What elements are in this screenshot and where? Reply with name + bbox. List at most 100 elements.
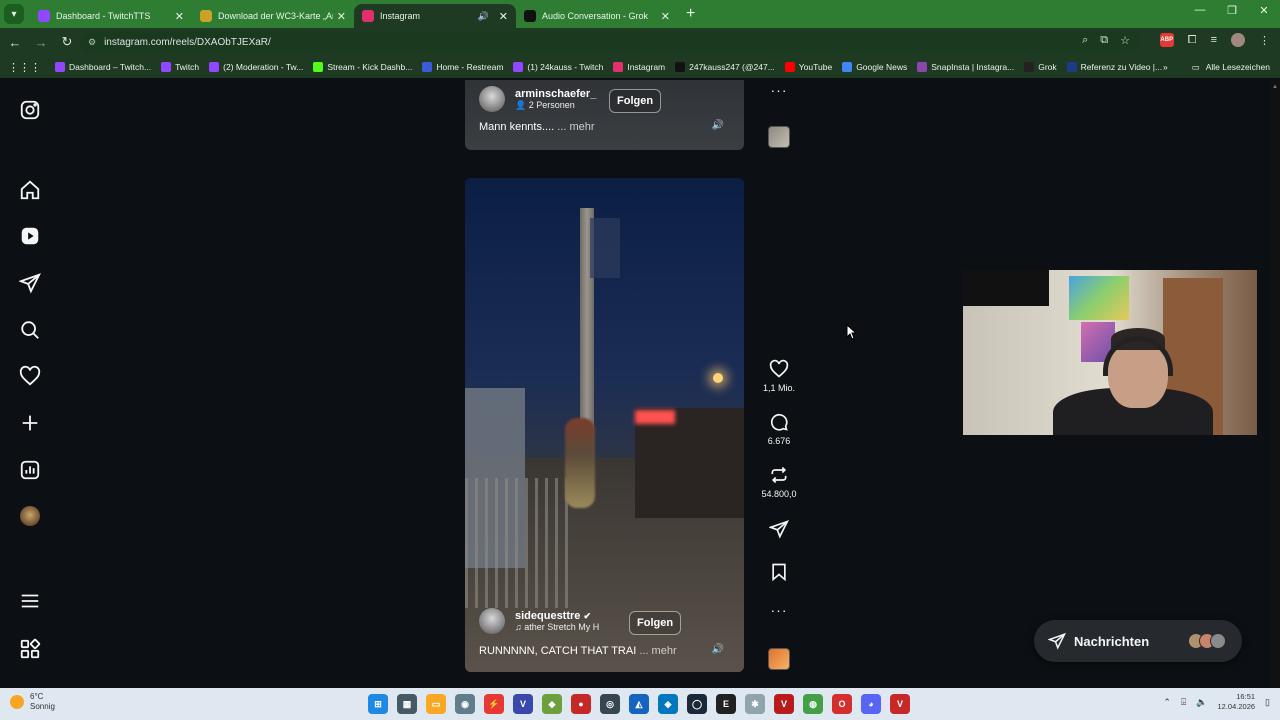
opera-gx-icon[interactable]: ⚡ <box>484 694 504 714</box>
profile-avatar-icon[interactable] <box>18 504 42 528</box>
reel-video-current[interactable]: sidequesttre ✔ ♫ ather Stretch My H Folg… <box>465 178 744 672</box>
minimize-button[interactable]: — <box>1184 4 1216 17</box>
menu-hamburger-icon[interactable] <box>18 589 42 613</box>
voicemod-icon[interactable]: V <box>774 694 794 714</box>
more-bookmarks-icon[interactable]: » <box>1163 62 1168 72</box>
chrome-icon[interactable]: ◍ <box>803 694 823 714</box>
heart-notifications-icon[interactable] <box>18 364 42 388</box>
clock[interactable]: 16:51 12.04.2026 <box>1218 692 1256 712</box>
home-icon[interactable] <box>18 178 42 202</box>
extensions-icon[interactable]: ⧠ <box>1188 34 1197 47</box>
bookmark-star-icon[interactable]: ☆ <box>1120 34 1130 47</box>
mouse-icon[interactable]: ◉ <box>455 694 475 714</box>
follow-button[interactable]: Folgen <box>629 611 682 635</box>
bookmark-item[interactable]: Dashboard – Twitch... <box>55 62 151 72</box>
file-explorer-icon[interactable]: ▭ <box>426 694 446 714</box>
forward-button[interactable]: → <box>30 35 52 50</box>
comment-icon[interactable] <box>769 412 789 432</box>
voice-app-icon[interactable]: V <box>890 694 910 714</box>
tab-close-icon[interactable]: ✕ <box>499 10 508 23</box>
bookmark-item[interactable]: SnapInsta | Instagra... <box>917 62 1014 72</box>
back-button[interactable]: ← <box>4 35 26 50</box>
tab-search-button[interactable]: ▾ <box>4 4 24 24</box>
profile-avatar[interactable] <box>1231 33 1245 47</box>
heart-like-icon[interactable] <box>769 359 789 379</box>
volume-icon[interactable]: 🔊 <box>712 120 724 131</box>
calculator-icon[interactable]: ▦ <box>397 694 417 714</box>
notifications-icon[interactable]: ▯ <box>1265 697 1270 708</box>
volume-icon[interactable]: 🔊 <box>712 644 724 655</box>
browser-tab[interactable]: Dashboard - TwitchTTS ✕ <box>30 4 192 28</box>
browser-menu-icon[interactable]: ⋮ <box>1259 34 1270 47</box>
media-control-icon[interactable]: ≡ <box>1211 34 1217 46</box>
bookmark-item[interactable]: Stream - Kick Dashb... <box>313 62 412 72</box>
bookmark-item[interactable]: YouTube <box>784 62 832 72</box>
audio-thumbnail[interactable] <box>768 648 790 670</box>
instagram-logo-icon[interactable] <box>18 98 42 122</box>
lastpass-icon[interactable]: ● <box>571 694 591 714</box>
bookmark-item[interactable]: Twitch <box>161 62 199 72</box>
reels-icon[interactable] <box>18 224 42 248</box>
follow-button[interactable]: Folgen <box>609 89 662 113</box>
bookmark-item[interactable]: (2) Moderation - Tw... <box>209 62 303 72</box>
page-scrollbar[interactable]: ▲ <box>1270 80 1280 688</box>
volume-tray-icon[interactable]: 🔈 <box>1196 697 1207 708</box>
more-apps-icon[interactable] <box>18 637 42 661</box>
messages-button[interactable]: Nachrichten <box>1034 620 1242 662</box>
audio-thumbnail-previous[interactable] <box>768 126 790 148</box>
bookmark-item[interactable]: Instagram <box>613 62 665 72</box>
all-bookmarks-link[interactable]: Alle Lesezeichen <box>1206 62 1270 72</box>
author-username[interactable]: sidequesttre <box>515 610 580 622</box>
browser-tab[interactable]: Download der WC3-Karte „Ani ✕ <box>192 4 354 28</box>
settings-icon[interactable]: ✱ <box>745 694 765 714</box>
author-username[interactable]: arminschaefer_ <box>515 88 596 100</box>
tab-audio-icon[interactable]: 🔊 <box>478 11 489 22</box>
reel-video-previous[interactable]: arminschaefer_ 👤 2 Personen Folgen Mann … <box>465 80 744 150</box>
weather-widget[interactable]: 6°C Sonnig <box>10 692 55 712</box>
author-avatar[interactable] <box>479 608 505 634</box>
browser-tab[interactable]: Instagram 🔊 ✕ <box>354 4 516 28</box>
steam-icon[interactable]: ◯ <box>687 694 707 714</box>
bookmark-item[interactable]: Referenz zu Video |... <box>1066 62 1162 72</box>
share-button[interactable] <box>759 519 799 539</box>
tab-close-icon[interactable]: ✕ <box>337 10 346 23</box>
more-link[interactable]: ... mehr <box>639 645 676 657</box>
search-icon[interactable] <box>18 318 42 342</box>
author-avatar[interactable] <box>479 86 505 112</box>
reload-button[interactable]: ↻ <box>56 34 78 50</box>
close-window-button[interactable]: ✕ <box>1248 4 1280 17</box>
obs-icon[interactable]: ◎ <box>600 694 620 714</box>
bookmark-item[interactable]: (1) 24kauss - Twitch <box>513 62 603 72</box>
zoom-icon[interactable]: ⌕ <box>1082 34 1088 47</box>
network-icon[interactable]: ⌹ <box>1181 697 1186 708</box>
more-options-button[interactable]: ··· <box>759 602 799 620</box>
tab-close-icon[interactable]: ✕ <box>175 10 184 23</box>
direct-message-icon[interactable] <box>18 271 42 295</box>
more-options-button-previous[interactable]: ··· <box>759 82 799 100</box>
windows-start-icon[interactable]: ⊞ <box>368 694 388 714</box>
tab-close-icon[interactable]: ✕ <box>661 10 670 23</box>
bookmark-item[interactable]: Home - Restream <box>422 62 503 72</box>
dashboard-chart-icon[interactable] <box>18 458 42 482</box>
apps-grid-icon[interactable]: ⋮⋮⋮ <box>8 61 41 74</box>
minecraft-icon[interactable]: ◆ <box>542 694 562 714</box>
restore-button[interactable]: ❐ <box>1216 4 1248 17</box>
battle-net-icon[interactable]: ◈ <box>658 694 678 714</box>
save-button[interactable] <box>759 562 799 582</box>
more-link[interactable]: ... mehr <box>557 121 594 133</box>
site-info-icon[interactable]: ⚙ <box>88 37 96 48</box>
address-bar[interactable]: ⚙ instagram.com/reels/DXAObTJEXaR/ ⌕ ⧉ ☆ <box>80 31 1140 53</box>
adblock-extension-icon[interactable]: ABP <box>1159 33 1174 47</box>
epic-icon[interactable]: ◭ <box>629 694 649 714</box>
tray-chevron-icon[interactable]: ⌃ <box>1163 697 1171 708</box>
browser-tab[interactable]: Audio Conversation - Grok ✕ <box>516 4 678 28</box>
repost-icon[interactable] <box>769 465 789 485</box>
epic-games-icon[interactable]: E <box>716 694 736 714</box>
opera-icon[interactable]: O <box>832 694 852 714</box>
bookmark-item[interactable]: 247kauss247 (@247... <box>675 62 775 72</box>
audio-track-name[interactable]: ather Stretch My H <box>524 622 599 632</box>
create-post-icon[interactable] <box>18 411 42 435</box>
discord-icon[interactable]: ◕ <box>861 694 881 714</box>
new-tab-button[interactable]: + <box>686 5 695 23</box>
bookmark-item[interactable]: Grok <box>1024 62 1057 72</box>
